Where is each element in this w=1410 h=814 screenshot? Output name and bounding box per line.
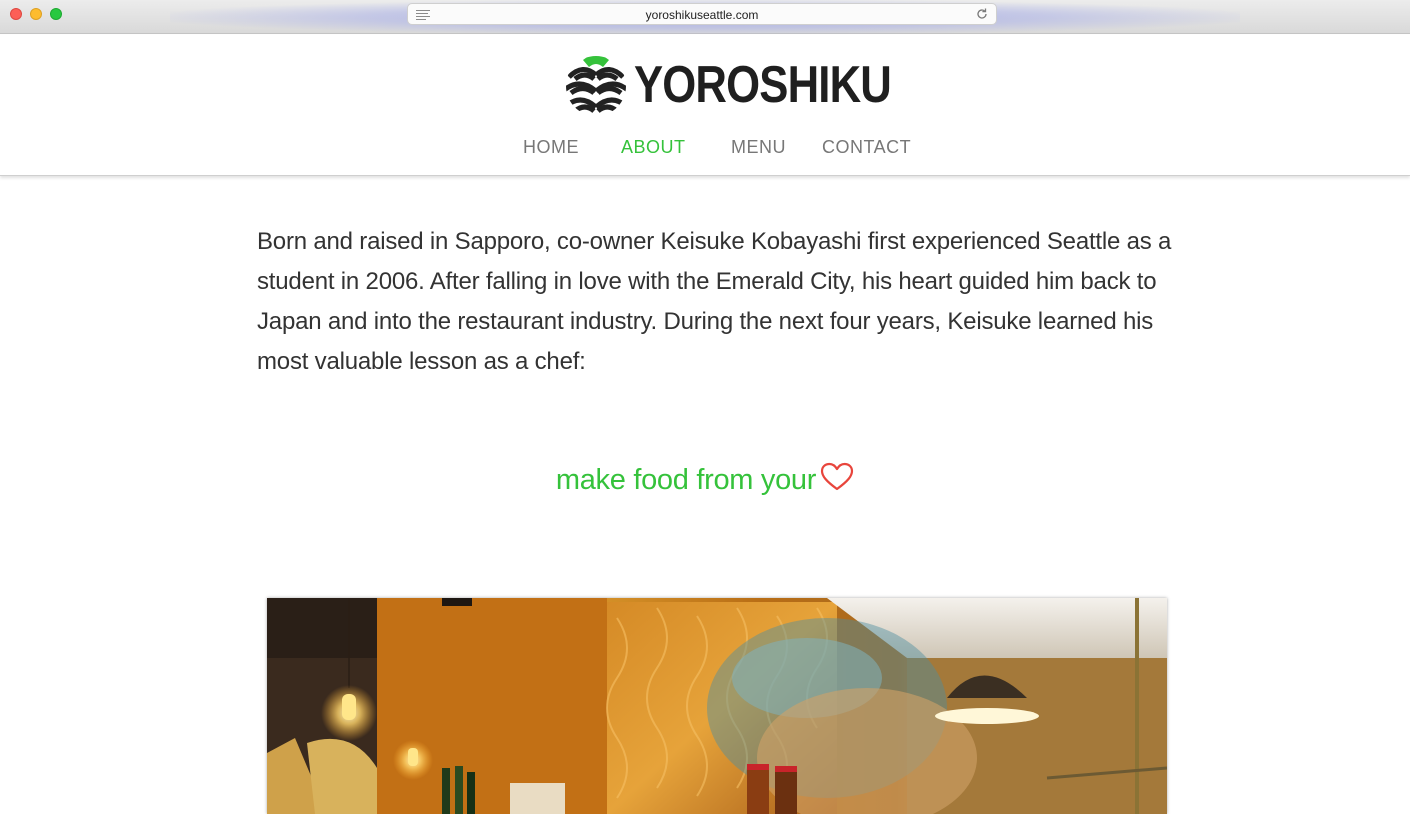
wave-logo-icon [566, 56, 626, 116]
site-logo[interactable]: YOROSHIKU [563, 51, 892, 117]
minimize-window-button[interactable] [30, 8, 42, 20]
kitchen-photo-illustration [267, 598, 1167, 814]
nav-item-about[interactable]: ABOUT [621, 137, 686, 158]
chef-kitchen-photo [267, 598, 1167, 814]
site-header: YOROSHIKU HOME ABOUT MENU CONTACT [0, 35, 1410, 176]
main-nav: HOME ABOUT MENU CONTACT [0, 137, 1410, 161]
nav-item-home[interactable]: HOME [523, 137, 579, 158]
zoom-window-button[interactable] [50, 8, 62, 20]
nav-item-menu[interactable]: MENU [731, 137, 786, 158]
browser-toolbar: yoroshikuseattle.com [0, 0, 1410, 34]
heart-outline-icon [821, 462, 854, 491]
close-window-button[interactable] [10, 8, 22, 20]
address-bar[interactable]: yoroshikuseattle.com [407, 3, 997, 25]
tagline: make food from your [0, 462, 1410, 497]
reload-icon[interactable] [975, 7, 989, 21]
url-text[interactable]: yoroshikuseattle.com [408, 8, 996, 22]
about-intro-text: Born and raised in Sapporo, co-owner Kei… [257, 228, 1172, 375]
nav-item-contact[interactable]: CONTACT [822, 137, 911, 158]
site-brand-name: YOROSHIKU [634, 56, 892, 114]
tagline-text: make food from your [555, 464, 817, 496]
